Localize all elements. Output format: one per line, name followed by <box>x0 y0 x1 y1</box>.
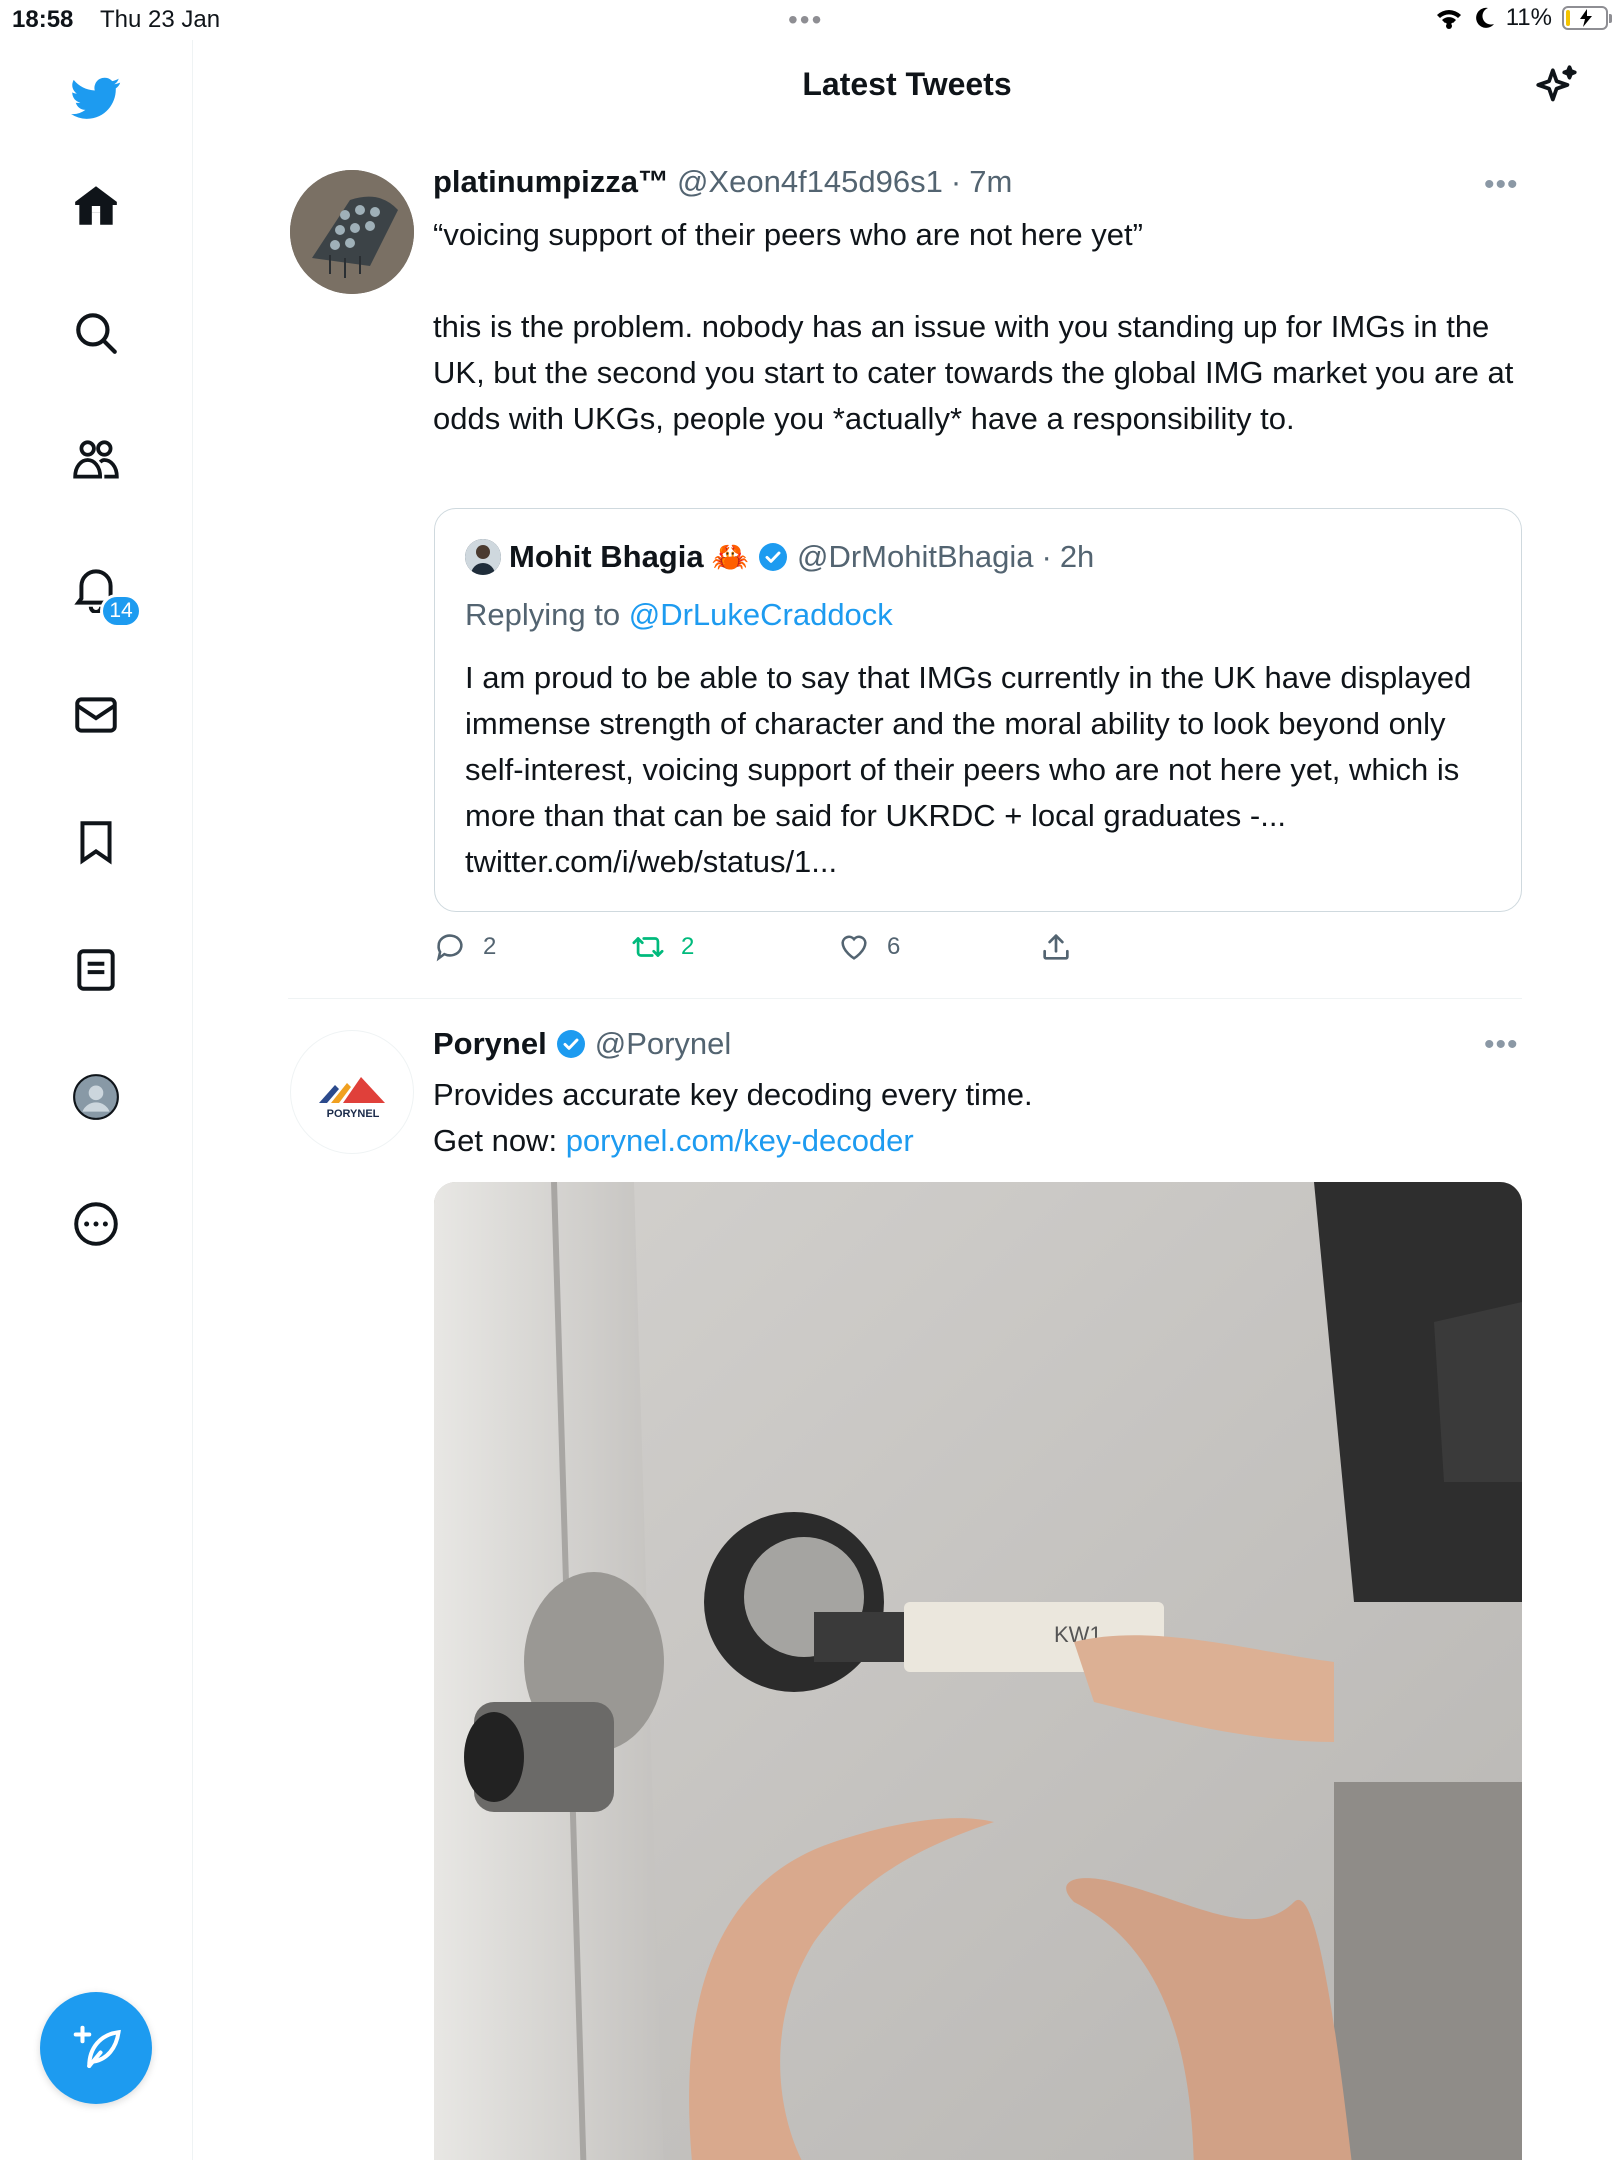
crab-emoji-icon: 🦀 <box>711 540 749 574</box>
timestamp[interactable]: 7m <box>969 164 1012 200</box>
search-icon[interactable] <box>64 301 128 365</box>
compose-icon <box>73 2025 121 2069</box>
more-options-icon[interactable]: ••• <box>1484 168 1520 202</box>
retweet-icon <box>632 937 664 957</box>
porynel-avatar[interactable]: PORYNEL <box>290 1030 414 1154</box>
replying-to: Replying to @DrLukeCraddock <box>465 597 893 633</box>
like-count: 6 <box>887 933 901 960</box>
reply-icon <box>436 934 463 962</box>
verified-badge-icon <box>556 1030 585 1058</box>
quote-text: I am proud to be able to say that IMGs c… <box>465 660 1472 879</box>
display-name[interactable]: platinumpizza™ <box>433 164 669 200</box>
tweet-video[interactable]: KW1 <box>434 1182 1522 2160</box>
quote-timestamp: 2h <box>1059 539 1095 574</box>
battery-percent: 11% <box>1505 4 1552 31</box>
twitter-logo-icon[interactable] <box>64 66 128 130</box>
tweet-actions: 2 2 6 <box>433 930 1133 970</box>
notification-count-badge: 14 <box>100 594 142 628</box>
more-options-icon[interactable]: ••• <box>1484 1028 1520 1062</box>
tweet-text-body: this is the problem. nobody has an issue… <box>433 309 1514 436</box>
tweet-header: platinumpizza™ @Xeon4f145d96s1 · 7m <box>433 164 1012 200</box>
compose-button[interactable] <box>40 1992 152 2104</box>
get-now-label: Get now: <box>433 1123 558 1158</box>
tweet-link[interactable]: porynel.com/key-decoder <box>566 1123 914 1158</box>
replying-to-link[interactable]: @DrLukeCraddock <box>629 597 893 632</box>
tweet-divider <box>288 998 1522 999</box>
reply-count: 2 <box>483 933 497 960</box>
display-name[interactable]: Porynel <box>433 1026 547 1062</box>
handle[interactable]: @Porynel <box>595 1026 732 1062</box>
bookmark-icon[interactable] <box>64 810 128 874</box>
people-icon[interactable] <box>64 428 128 492</box>
sidebar: 14 <box>0 40 193 2160</box>
multitasking-dots-icon[interactable]: ••• <box>788 4 823 36</box>
share-button[interactable] <box>1039 930 1073 964</box>
quote-separator: · <box>1041 539 1052 574</box>
retweet-count: 2 <box>681 933 695 960</box>
envelope-icon[interactable] <box>64 683 128 747</box>
status-date: Thu 23 Jan <box>100 6 221 33</box>
tweet-text-line1: Provides accurate key decoding every tim… <box>433 1077 1033 1112</box>
separator: · <box>950 164 962 199</box>
tweet-text-line1: “voicing support of their peers who are … <box>433 217 1143 252</box>
list-icon[interactable] <box>64 938 128 1002</box>
verified-badge-icon <box>758 543 787 571</box>
sparkle-icon[interactable] <box>1532 62 1582 112</box>
reply-button[interactable]: 2 <box>433 930 496 964</box>
status-right: 11% <box>1434 4 1612 32</box>
wifi-icon <box>1436 10 1461 29</box>
moon-icon <box>1475 7 1494 28</box>
share-icon <box>1043 934 1069 960</box>
handle[interactable]: @Xeon4f145d96s1 <box>677 164 943 200</box>
video-frame-image: KW1 <box>434 1182 1522 2160</box>
battery-icon <box>1562 6 1612 30</box>
retweet-button[interactable]: 2 <box>631 930 694 964</box>
porynel-logo-text: PORYNEL <box>327 1108 380 1120</box>
porynel-logo-icon: PORYNEL <box>319 1077 385 1120</box>
heart-icon <box>841 935 867 960</box>
more-circle-icon[interactable] <box>64 1192 128 1256</box>
avatar-icon[interactable] <box>64 1065 128 1129</box>
quote-display-name: Mohit Bhagia <box>509 539 704 574</box>
tweet-text-line2: Get now: porynel.com/key-decoder <box>433 1118 1523 1164</box>
status-bar: 18:58 Thu 23 Jan ••• 11% <box>0 0 1620 40</box>
status-time: 18:58 <box>12 6 74 33</box>
avatar[interactable] <box>290 170 414 294</box>
tweet-header: Porynel @Porynel <box>433 1026 731 1062</box>
quote-header: Mohit Bhagia 🦀 @DrMohitBhagia · 2h <box>465 539 1094 575</box>
page-title: Latest Tweets <box>802 66 1012 102</box>
replying-prefix: Replying to <box>465 597 621 632</box>
battery-level <box>1566 10 1570 26</box>
quote-handle: @DrMohitBhagia <box>796 539 1034 574</box>
home-icon[interactable] <box>64 174 128 238</box>
quoted-tweet[interactable]: Mohit Bhagia 🦀 @DrMohitBhagia · 2h Reply… <box>434 508 1522 912</box>
quote-avatar <box>465 539 501 575</box>
like-button[interactable]: 6 <box>837 930 900 964</box>
